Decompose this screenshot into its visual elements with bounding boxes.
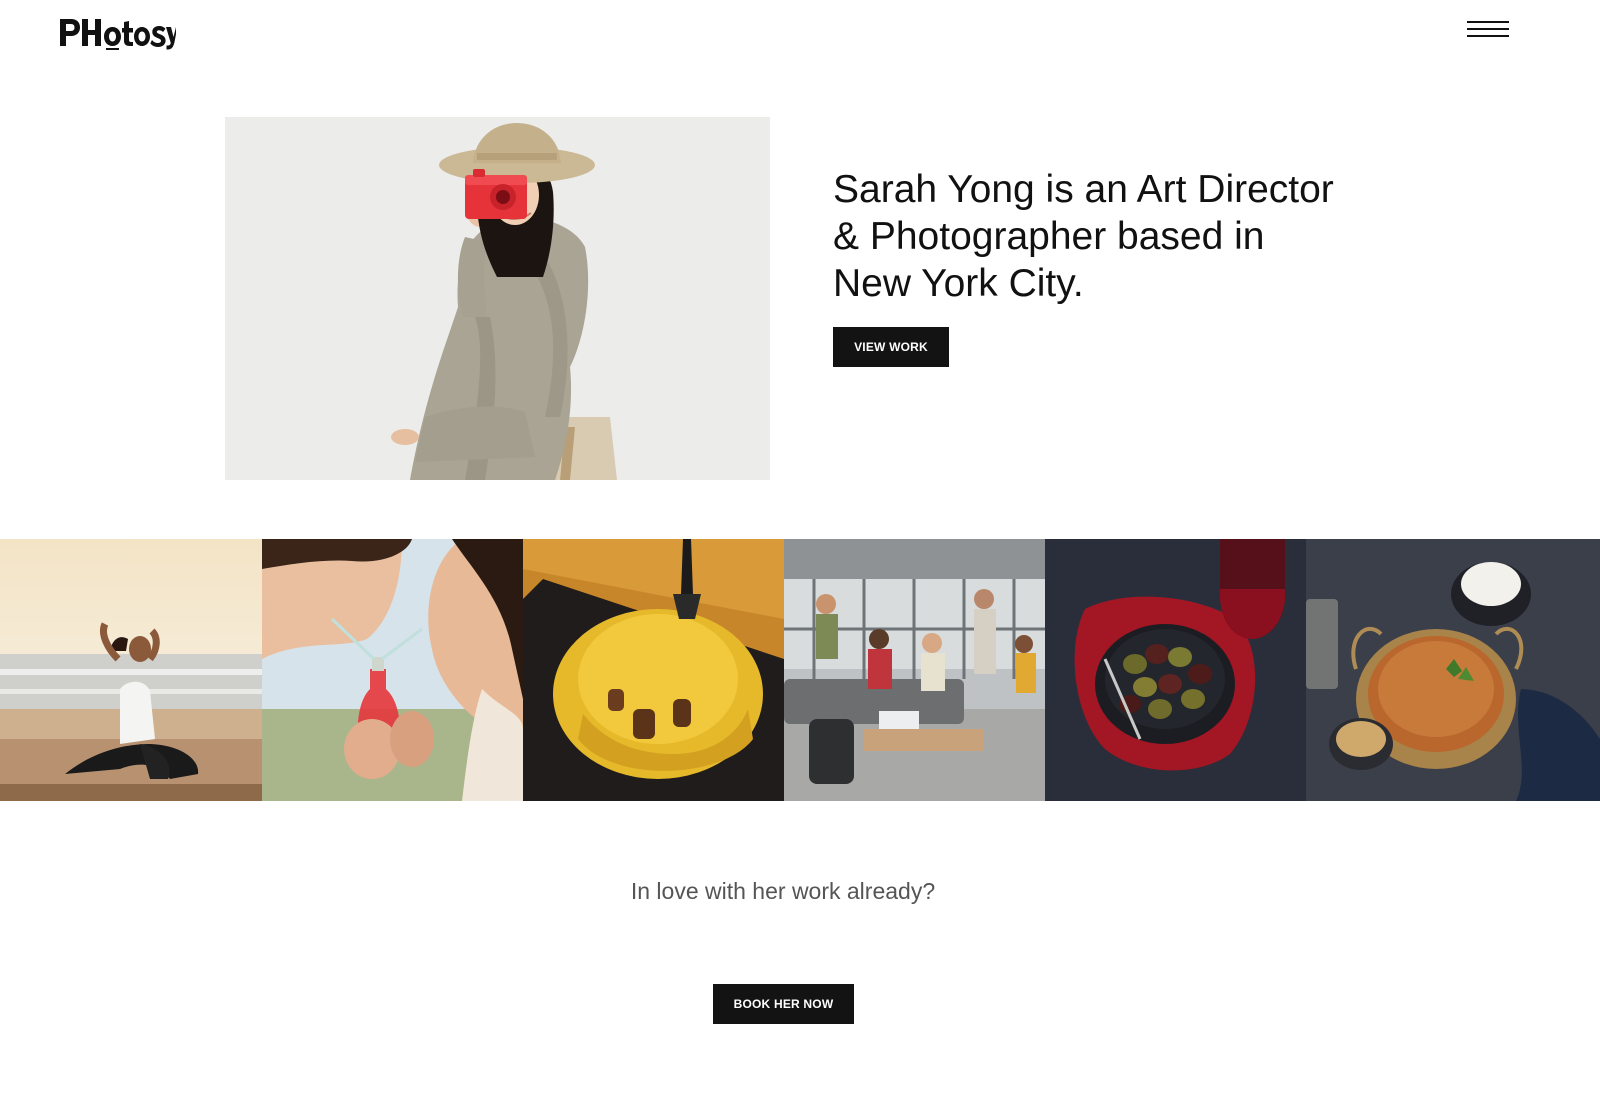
gallery-item-curry[interactable] xyxy=(1306,539,1600,801)
gallery-item-office[interactable] xyxy=(784,539,1045,801)
hamburger-menu-icon[interactable] xyxy=(1465,19,1511,43)
site-header: PHOtoSY xyxy=(0,0,1600,70)
hero-intro: Sarah Yong is an Art Director & Photogra… xyxy=(833,166,1353,307)
menu-line-middle xyxy=(1467,28,1509,30)
view-work-button[interactable]: VIEW WORK xyxy=(833,327,949,367)
yoga-on-beach-photo xyxy=(0,539,262,801)
site-logo[interactable]: PHOtoSY xyxy=(58,10,176,50)
cta-text: In love with her work already? xyxy=(630,878,936,904)
hero-headline: Sarah Yong is an Art Director & Photogra… xyxy=(833,168,1334,305)
menu-line-bottom xyxy=(1467,35,1509,37)
gallery-item-olives[interactable] xyxy=(1045,539,1306,801)
gallery-item-burger[interactable] xyxy=(523,539,784,801)
logo-wordmark xyxy=(60,19,176,50)
book-her-now-button[interactable]: BOOK HER NOW xyxy=(713,984,854,1024)
olives-and-wine-photo xyxy=(1045,539,1306,801)
photo-gallery xyxy=(0,539,1600,801)
hero-portrait-photo xyxy=(225,117,770,480)
portrait-illustration xyxy=(225,117,770,480)
cheese-burger-photo xyxy=(523,539,784,801)
gallery-item-yoga[interactable] xyxy=(0,539,262,801)
office-team-photo xyxy=(784,539,1045,801)
curry-dish-photo xyxy=(1306,539,1600,801)
couple-sharing-drink-photo xyxy=(262,539,523,801)
gallery-item-couple[interactable] xyxy=(262,539,523,801)
menu-line-top xyxy=(1467,21,1509,23)
